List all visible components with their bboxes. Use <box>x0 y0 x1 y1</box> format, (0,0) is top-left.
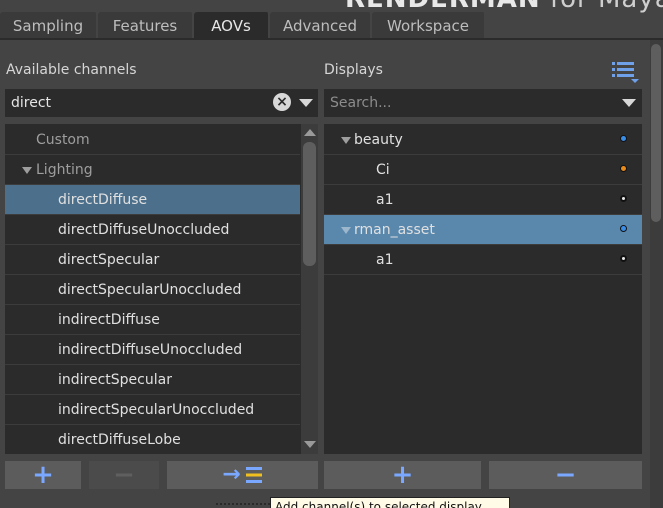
list-item-channel[interactable]: indirectDiffuse <box>5 305 300 335</box>
app-banner: RENDERMAN for Maya <box>345 0 663 12</box>
list-insert-icon <box>245 467 262 483</box>
available-channels-list: Custom Lighting directDiffuse directDiff… <box>5 124 318 454</box>
list-item-channel[interactable]: directDiffuseLobe <box>5 425 300 454</box>
list-item-channel[interactable]: indirectDiffuseUnoccluded <box>5 335 300 365</box>
expand-arrow-icon[interactable] <box>341 227 351 234</box>
group-label: Lighting <box>36 162 93 178</box>
channel-label: directDiffuseUnoccluded <box>58 222 230 238</box>
add-display-button[interactable]: + <box>324 461 481 489</box>
expand-arrow-icon[interactable] <box>22 167 32 174</box>
channel-label: a1 <box>376 252 394 268</box>
remove-channel-button[interactable]: − <box>89 461 159 489</box>
channel-label: indirectDiffuse <box>58 312 160 328</box>
channel-status-dot <box>620 165 627 172</box>
channel-filter-dropdown-icon[interactable] <box>299 99 313 107</box>
remove-display-button[interactable]: − <box>489 461 642 489</box>
arrow-right-icon: → <box>222 462 241 487</box>
scroll-down-icon[interactable] <box>304 441 316 448</box>
channel-status-dot <box>620 255 627 262</box>
tab-sampling[interactable]: Sampling <box>0 12 98 40</box>
add-to-display-button[interactable]: → <box>167 461 318 489</box>
channel-label: directDiffuseLobe <box>58 432 181 448</box>
tooltip-leader <box>216 503 270 505</box>
list-item-channel[interactable]: directDiffuse <box>5 185 300 215</box>
display-filter-dropdown-icon[interactable] <box>622 99 636 107</box>
list-item-group[interactable]: Custom <box>5 125 300 155</box>
displays-title: Displays <box>324 62 383 78</box>
tooltip: Add channel(s) to selected display <box>270 497 510 508</box>
add-channel-button[interactable]: + <box>5 461 81 489</box>
tab-features[interactable]: Features <box>98 12 194 40</box>
list-item-channel[interactable]: a1 <box>324 245 642 275</box>
panel-scrollbar[interactable] <box>650 40 663 508</box>
group-label: Custom <box>36 132 90 148</box>
tab-bar: Sampling Features AOVs Advanced Workspac… <box>0 12 486 40</box>
display-status-dot <box>620 135 627 142</box>
displays-list: beauty Ci a1 rman_asset a1 <box>324 124 642 454</box>
channel-list-scrollbar[interactable] <box>301 124 318 454</box>
expand-arrow-icon[interactable] <box>341 137 351 144</box>
list-item-display[interactable]: rman_asset <box>324 215 642 245</box>
channel-search-input[interactable] <box>5 89 318 117</box>
tab-workspace[interactable]: Workspace <box>372 12 486 40</box>
channel-label: indirectDiffuseUnoccluded <box>58 342 243 358</box>
tab-aovs[interactable]: AOVs <box>194 12 270 40</box>
minus-icon: − <box>113 460 135 490</box>
list-item-channel[interactable]: indirectSpecular <box>5 365 300 395</box>
channel-list-scroll-thumb[interactable] <box>303 142 316 266</box>
minus-icon: − <box>554 460 577 490</box>
channel-label: directDiffuse <box>58 192 148 208</box>
channel-label: indirectSpecular <box>58 372 172 388</box>
tab-advanced[interactable]: Advanced <box>270 12 372 40</box>
list-item-channel[interactable]: indirectSpecularUnoccluded <box>5 395 300 425</box>
panel-scrollbar-thumb[interactable] <box>651 44 661 222</box>
display-status-dot <box>620 225 627 232</box>
list-item-channel[interactable]: a1 <box>324 185 642 215</box>
scroll-up-icon[interactable] <box>304 129 316 136</box>
channel-status-dot <box>620 195 627 202</box>
available-channels-title: Available channels <box>6 62 137 78</box>
channel-label: Ci <box>376 162 390 178</box>
brand-suffix: for Maya <box>550 0 663 14</box>
tab-underline <box>0 38 663 40</box>
display-search-field <box>324 89 642 117</box>
channel-label: directSpecularUnoccluded <box>58 282 242 298</box>
channel-label: a1 <box>376 192 394 208</box>
list-options-icon[interactable] <box>611 60 641 84</box>
display-label: rman_asset <box>354 222 435 238</box>
list-item-channel[interactable]: directSpecular <box>5 245 300 275</box>
display-label: beauty <box>354 132 403 148</box>
channel-search-field: × <box>5 89 318 117</box>
clear-search-icon[interactable]: × <box>273 93 291 111</box>
list-item-channel[interactable]: directDiffuseUnoccluded <box>5 215 300 245</box>
list-item-channel[interactable]: Ci <box>324 155 642 185</box>
list-item-channel[interactable]: directSpecularUnoccluded <box>5 275 300 305</box>
plus-icon: + <box>391 460 414 490</box>
channel-label: directSpecular <box>58 252 160 268</box>
list-item-group[interactable]: Lighting <box>5 155 300 185</box>
list-item-display[interactable]: beauty <box>324 125 642 155</box>
plus-icon: + <box>32 460 54 490</box>
channel-label: indirectSpecularUnoccluded <box>58 402 255 418</box>
display-search-input[interactable] <box>324 89 642 117</box>
